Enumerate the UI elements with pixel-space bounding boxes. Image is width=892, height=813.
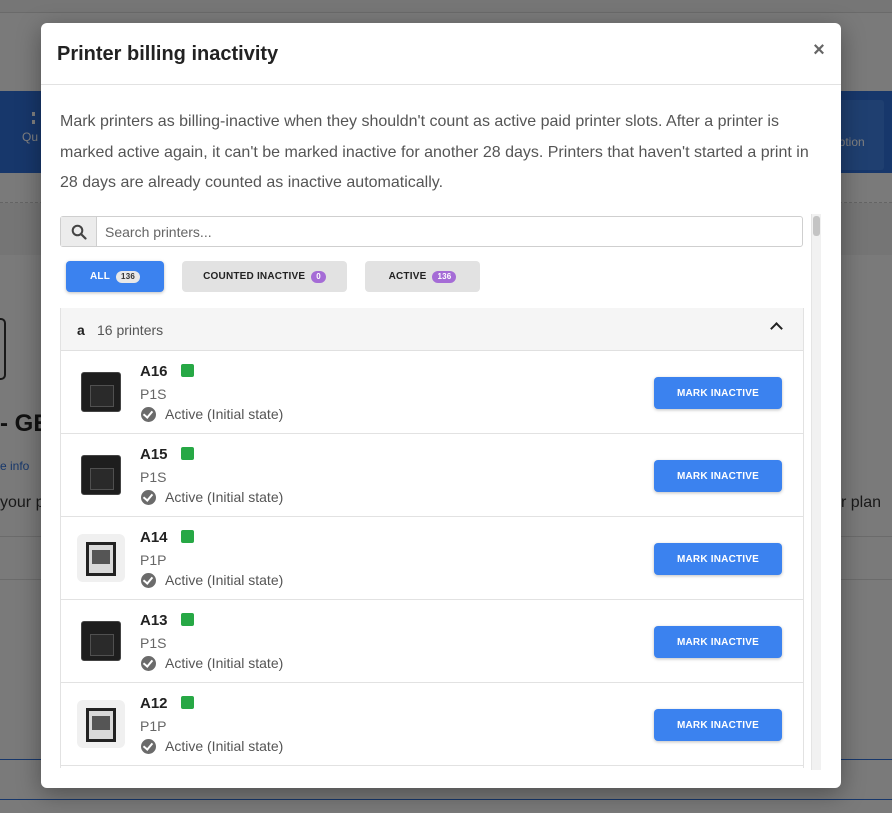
filter-active-button[interactable]: ACTIVE 136 bbox=[365, 261, 480, 292]
printer-image bbox=[81, 455, 121, 495]
printer-image bbox=[82, 704, 120, 744]
status-indicator bbox=[181, 364, 194, 377]
printer-row: A13 P1S Active (Initial state) MARK INAC… bbox=[61, 600, 803, 683]
dialog-description: Mark printers as billing-inactive when t… bbox=[60, 113, 809, 191]
printer-row: A14 P1P Active (Initial state) MARK INAC… bbox=[61, 517, 803, 600]
printer-list: a 16 printers A16 P1S Active (Initial st… bbox=[60, 308, 804, 768]
printer-image bbox=[81, 621, 121, 661]
dialog-title: Printer billing inactivity bbox=[57, 43, 279, 65]
printer-image bbox=[82, 538, 120, 578]
printer-state: Active (Initial state) bbox=[165, 489, 284, 505]
close-icon[interactable]: × bbox=[811, 40, 827, 60]
check-circle-icon bbox=[141, 573, 156, 588]
printer-state: Active (Initial state) bbox=[165, 572, 284, 588]
printer-thumbnail bbox=[77, 451, 125, 499]
printer-model: P1S bbox=[140, 386, 167, 402]
billing-inactivity-dialog: Printer billing inactivity × Mark printe… bbox=[41, 23, 841, 788]
scrollbar[interactable] bbox=[811, 214, 821, 770]
chevron-up-icon[interactable] bbox=[770, 322, 783, 335]
check-circle-icon bbox=[141, 407, 156, 422]
status-indicator bbox=[181, 696, 194, 709]
printer-model: P1P bbox=[140, 552, 167, 568]
filter-counted-inactive-button[interactable]: COUNTED INACTIVE 0 bbox=[182, 261, 347, 292]
printer-row: A12 P1P Active (Initial state) MARK INAC… bbox=[61, 683, 803, 766]
printer-thumbnail bbox=[77, 368, 125, 416]
mark-inactive-button[interactable]: MARK INACTIVE bbox=[654, 709, 782, 741]
status-indicator bbox=[181, 530, 194, 543]
search-input[interactable] bbox=[97, 217, 802, 246]
search-bar bbox=[60, 216, 803, 247]
mark-inactive-button[interactable]: MARK INACTIVE bbox=[654, 626, 782, 658]
printer-model: P1S bbox=[140, 635, 167, 651]
printer-row: A15 P1S Active (Initial state) MARK INAC… bbox=[61, 434, 803, 517]
printer-model: P1S bbox=[140, 469, 167, 485]
printer-state: Active (Initial state) bbox=[165, 655, 284, 671]
printer-thumbnail bbox=[77, 700, 125, 748]
printer-name: A13 bbox=[140, 612, 168, 629]
printer-thumbnail bbox=[77, 534, 125, 582]
check-circle-icon bbox=[141, 656, 156, 671]
mark-inactive-button[interactable]: MARK INACTIVE bbox=[654, 543, 782, 575]
count-badge: 0 bbox=[311, 270, 326, 283]
filter-all-button[interactable]: ALL 136 bbox=[66, 261, 164, 292]
filter-label: ALL bbox=[90, 271, 111, 282]
printer-name: A14 bbox=[140, 529, 168, 546]
printer-state: Active (Initial state) bbox=[165, 738, 284, 754]
group-letter: a bbox=[77, 322, 85, 338]
dialog-header: Printer billing inactivity × bbox=[41, 23, 841, 85]
group-count: 16 printers bbox=[97, 322, 164, 338]
status-indicator bbox=[181, 613, 194, 626]
printer-row: A16 P1S Active (Initial state) MARK INAC… bbox=[61, 351, 803, 434]
filter-label: COUNTED INACTIVE bbox=[203, 271, 306, 282]
printer-name: A16 bbox=[140, 363, 168, 380]
check-circle-icon bbox=[141, 490, 156, 505]
printer-name: A15 bbox=[140, 446, 168, 463]
count-badge: 136 bbox=[116, 270, 140, 283]
mark-inactive-button[interactable]: MARK INACTIVE bbox=[654, 377, 782, 409]
printer-model: P1P bbox=[140, 718, 167, 734]
scrollbar-thumb[interactable] bbox=[813, 216, 820, 236]
count-badge: 136 bbox=[432, 270, 457, 283]
printer-interior bbox=[92, 716, 110, 730]
printer-interior bbox=[92, 550, 110, 564]
printer-thumbnail bbox=[77, 617, 125, 665]
filter-label: ACTIVE bbox=[388, 271, 427, 282]
printer-image bbox=[81, 372, 121, 412]
group-header[interactable]: a 16 printers bbox=[61, 308, 803, 351]
check-circle-icon bbox=[141, 739, 156, 754]
printer-state: Active (Initial state) bbox=[165, 406, 284, 422]
search-icon bbox=[61, 217, 97, 246]
status-indicator bbox=[181, 447, 194, 460]
mark-inactive-button[interactable]: MARK INACTIVE bbox=[654, 460, 782, 492]
printer-name: A12 bbox=[140, 695, 168, 712]
